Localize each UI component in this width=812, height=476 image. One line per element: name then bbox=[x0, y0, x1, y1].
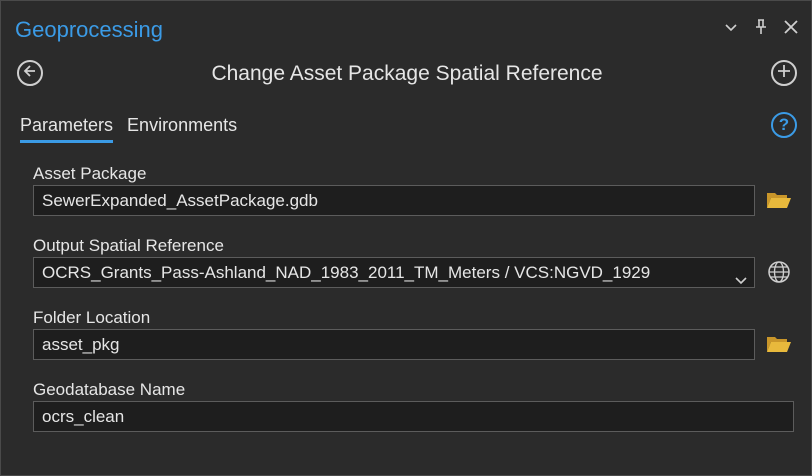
pane-controls bbox=[723, 19, 799, 35]
asset-package-input[interactable]: SewerExpanded_AssetPackage.gdb bbox=[33, 185, 755, 216]
folder-icon[interactable] bbox=[765, 186, 793, 214]
geodatabase-name-label: Geodatabase Name bbox=[33, 380, 186, 399]
spatial-reference-label: Output Spatial Reference bbox=[33, 236, 224, 255]
pin-icon[interactable] bbox=[753, 19, 769, 35]
folder-location-input[interactable]: asset_pkg bbox=[33, 329, 755, 360]
close-icon[interactable] bbox=[783, 19, 799, 35]
chevron-down-icon[interactable] bbox=[734, 267, 748, 287]
add-icon bbox=[776, 63, 792, 84]
folder-icon[interactable] bbox=[765, 330, 793, 358]
chevron-down-icon[interactable] bbox=[723, 19, 739, 35]
asset-package-label: Asset Package bbox=[33, 164, 147, 183]
spatial-reference-value: OCRS_Grants_Pass-Ashland_NAD_1983_2011_T… bbox=[42, 263, 651, 282]
geoprocessing-pane: Geoprocessing Change Asset Package Spati… bbox=[0, 0, 812, 476]
tool-tabs: Parameters Environments bbox=[20, 113, 237, 143]
tab-parameters[interactable]: Parameters bbox=[20, 113, 114, 143]
spatial-reference-dropdown[interactable]: OCRS_Grants_Pass-Ashland_NAD_1983_2011_T… bbox=[33, 257, 755, 288]
add-button[interactable] bbox=[771, 60, 797, 86]
tool-header: Change Asset Package Spatial Reference bbox=[1, 57, 811, 91]
pane-title: Geoprocessing bbox=[15, 17, 163, 42]
globe-icon[interactable] bbox=[765, 258, 793, 286]
help-icon[interactable]: ? bbox=[771, 112, 797, 138]
tool-title: Change Asset Package Spatial Reference bbox=[211, 62, 603, 85]
geodatabase-name-input[interactable]: ocrs_clean bbox=[33, 401, 794, 432]
folder-location-label: Folder Location bbox=[33, 308, 151, 327]
pane-titlebar: Geoprocessing bbox=[1, 1, 811, 45]
tab-environments[interactable]: Environments bbox=[127, 113, 237, 141]
